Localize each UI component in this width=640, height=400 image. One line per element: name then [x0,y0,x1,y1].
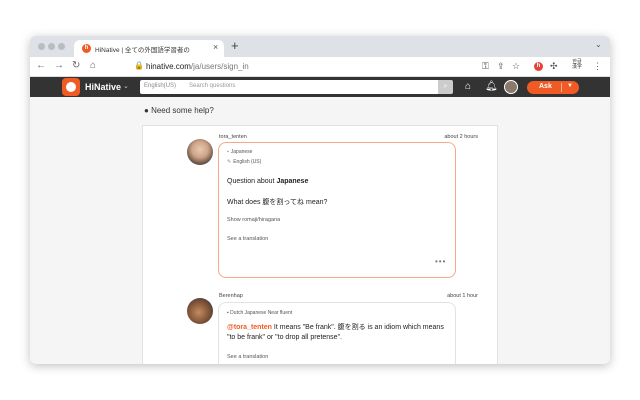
answer-timestamp: about 1 hour [447,293,478,299]
show-romaji-link[interactable]: Show romaji/hiragana [227,217,280,223]
key-icon[interactable]: ⚿ [482,61,489,72]
hinative-icon: h [82,44,91,53]
speech-bubble-icon: ▪ [227,149,229,155]
language-select[interactable]: English(US) [140,80,185,94]
more-options-icon[interactable]: ••• [435,257,446,266]
home-icon[interactable]: ⌂ [90,60,96,71]
question-body: What does 腹を割ってね mean? [227,199,328,206]
answer-username[interactable]: Berenhap [219,293,243,299]
new-tab-button[interactable]: + [231,38,239,53]
hinative-logo-icon[interactable] [62,78,80,96]
see-translation-link[interactable]: See a translation [227,236,268,242]
window-minimize-dot[interactable] [48,43,55,50]
search-button[interactable]: ⌕ [438,80,453,94]
window-close-dot[interactable] [38,43,45,50]
language-primary: ▪ Japanese [227,149,253,155]
translate-extension-icon[interactable]: 한글 漢字 [572,60,582,70]
share-icon[interactable]: ⇪ [497,61,505,72]
chevron-down-icon[interactable]: ▼ [567,83,573,89]
brand-name[interactable]: HiNative [85,82,121,92]
answer-languages: ▪ Dutch Japanese Near fluent [227,310,293,316]
browser-toolbar: ← → ↻ ⌂ 🔒 hinative.com/ja/users/sign_in … [30,57,610,77]
answer-body: @tora_tenten It means "Be frank". 腹を割る i… [227,324,444,341]
browser-window: h HiNative | 全ての外国語学習者の × + ⌄ ← → ↻ ⌂ 🔒 … [30,36,610,364]
browser-tab[interactable]: h HiNative | 全ての外国語学習者の × [74,40,224,57]
answer-bubble[interactable]: ▪ Dutch Japanese Near fluent @tora_tente… [218,302,456,364]
window-maximize-dot[interactable] [58,43,65,50]
tab-search-chevron-icon[interactable]: ⌄ [595,40,602,49]
forward-icon[interactable]: → [54,60,64,71]
pencil-icon: ✎ [227,159,232,165]
chevron-down-icon[interactable]: ⌄ [123,82,129,90]
lock-icon: 🔒 [134,61,144,70]
home-icon[interactable]: ⌂ [465,81,471,92]
question-card: tora_tenten about 2 hours ▪ Japanese ✎ Eng… [142,125,498,364]
mention-link[interactable]: @tora_tenten [227,324,272,331]
bookmark-star-icon[interactable]: ☆ [512,61,520,72]
tab-title: HiNative | 全ての外国語学習者の [95,47,190,54]
question-topic: Question about Japanese [227,178,309,185]
back-icon[interactable]: ← [36,60,46,71]
reload-icon[interactable]: ↻ [72,60,80,71]
question-username[interactable]: tora_tenten [219,134,247,140]
extensions-puzzle-icon[interactable]: ✣ [550,61,558,72]
url-text: hinative.com/ja/users/sign_in [146,62,249,71]
search-input[interactable]: Search questions [185,80,438,94]
avatar[interactable] [187,298,213,324]
ask-button[interactable]: Ask ▼ [527,81,579,94]
tab-close-icon[interactable]: × [213,42,218,52]
question-timestamp: about 2 hours [444,134,478,140]
tab-strip: h HiNative | 全ての外国語学習者の × + ⌄ [30,36,610,57]
help-icon: ●︎ [144,106,152,115]
need-help-link[interactable]: ●︎ Need some help? [144,106,214,115]
site-header: HiNative ⌄ English(US) Search questions … [30,77,610,97]
language-secondary: ✎ English (US) [227,159,262,165]
address-bar[interactable]: 🔒 hinative.com/ja/users/sign_in [134,60,484,74]
question-bubble[interactable]: ▪ Japanese ✎ English (US) Question about J… [218,142,456,278]
browser-menu-icon[interactable]: ⋮ [593,61,602,72]
hinative-extension-icon[interactable]: h [534,62,543,71]
avatar[interactable] [187,139,213,165]
divider [561,83,562,92]
bell-icon[interactable]: 🔔︎ [485,81,498,92]
avatar[interactable] [504,80,518,94]
see-translation-link[interactable]: See a translation [227,354,268,360]
